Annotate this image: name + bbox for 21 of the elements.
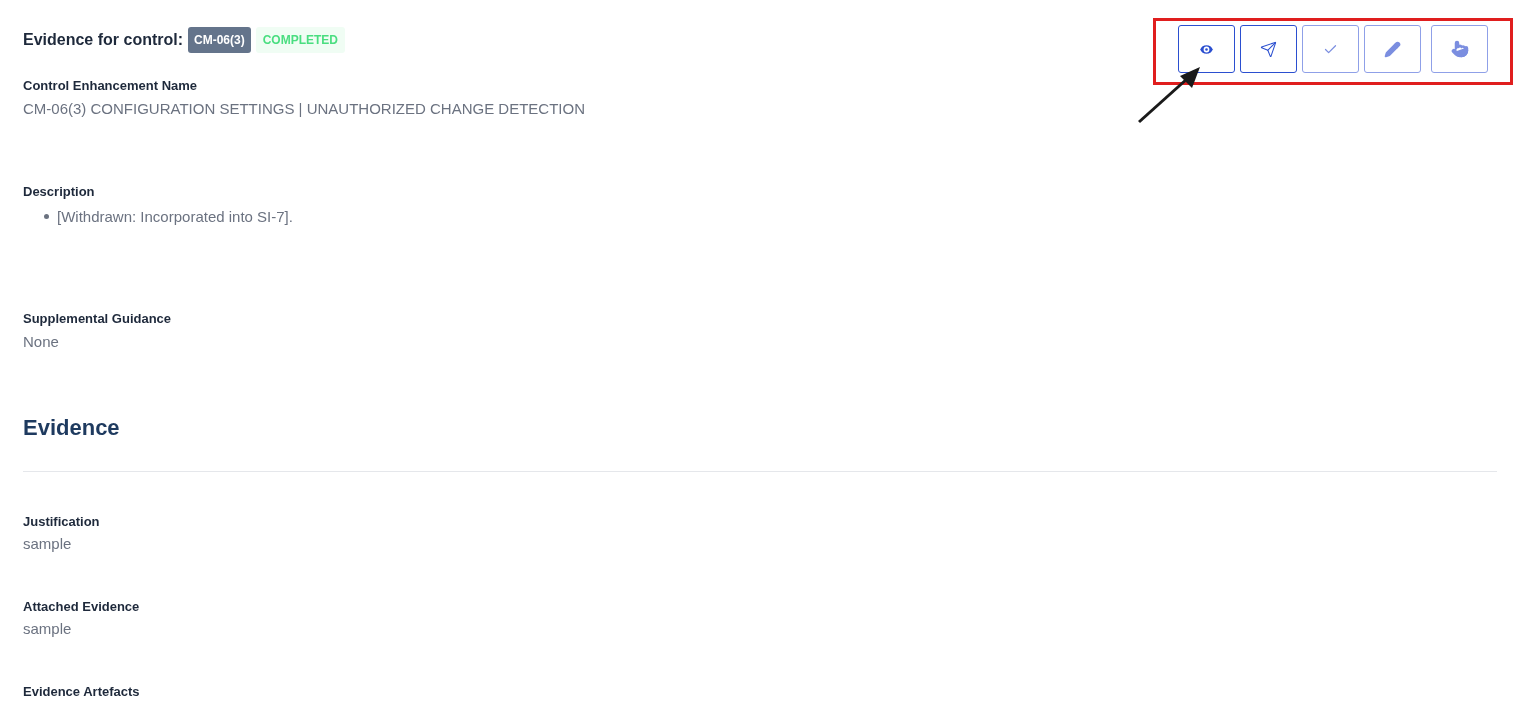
field-value: None <box>23 331 60 352</box>
pencil-icon <box>1384 40 1401 58</box>
control-badge: CM-06(3) <box>188 27 251 53</box>
field-value: CM-06(3) CONFIGURATION SETTINGS | UNAUTHORIZED CHANGE DETECTION <box>23 98 586 119</box>
field-label: Supplemental Guidance <box>23 310 173 328</box>
section-title: Evidence <box>23 414 121 442</box>
send-icon <box>1260 40 1277 58</box>
send-button[interactable] <box>1240 25 1297 73</box>
field-value: sample <box>23 618 73 639</box>
view-button[interactable] <box>1178 25 1235 73</box>
field-label: Justification <box>23 513 101 531</box>
field-value: sample <box>23 533 73 554</box>
field-label: Attached Evidence <box>23 598 141 616</box>
field-label: Control Enhancement Name <box>23 77 199 95</box>
field-label: Evidence Artefacts <box>23 683 141 701</box>
status-badge: COMPLETED <box>255 27 346 53</box>
page-title: Evidence for control: <box>23 30 184 50</box>
field-label: Description <box>23 183 96 201</box>
bullet-icon <box>44 214 49 220</box>
field-value: [Withdrawn: Incorporated into SI-7]. <box>57 206 293 227</box>
pointer-icon <box>1450 40 1469 58</box>
